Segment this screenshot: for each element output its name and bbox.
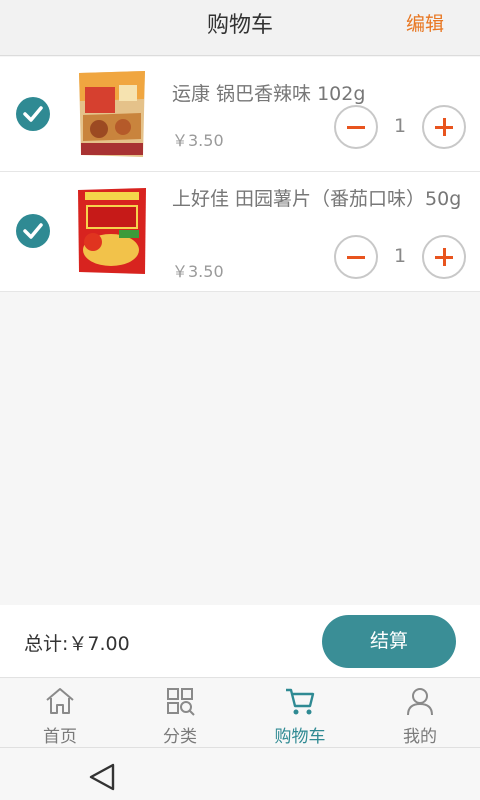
home-icon (46, 688, 74, 714)
user-icon (407, 688, 433, 716)
tab-mine[interactable]: 我的 (360, 679, 480, 747)
tab-cart[interactable]: 购物车 (240, 679, 360, 747)
cart-item: 运康 锅巴香辣味 102g ￥3.50 1 (0, 57, 480, 172)
category-icon (167, 688, 195, 716)
back-icon[interactable] (86, 762, 118, 792)
tab-label: 分类 (163, 727, 197, 747)
product-image (78, 188, 146, 274)
increase-button[interactable] (422, 105, 466, 149)
top-bar: 购物车 编辑 (0, 0, 480, 56)
system-nav-bar (0, 747, 480, 800)
check-icon (23, 223, 43, 239)
product-name: 上好佳 田园薯片（番茄口味）50g (172, 188, 462, 210)
tab-label: 首页 (43, 727, 77, 747)
edit-button[interactable]: 编辑 (406, 0, 444, 56)
minus-icon (347, 256, 365, 259)
product-name: 运康 锅巴香辣味 102g (172, 83, 366, 105)
decrease-button[interactable] (334, 235, 378, 279)
tab-label: 我的 (403, 727, 437, 747)
quantity-value: 1 (393, 245, 407, 267)
tab-label: 购物车 (274, 727, 326, 747)
tab-home[interactable]: 首页 (0, 679, 120, 747)
product-price: ￥3.50 (172, 131, 224, 150)
minus-icon (347, 126, 365, 129)
decrease-button[interactable] (334, 105, 378, 149)
bottom-tab-bar: 首页 分类 购物车 我的 (0, 679, 480, 747)
product-image (79, 71, 145, 157)
cart-list: 运康 锅巴香辣味 102g ￥3.50 1 上好佳 田园薯片（番茄口味）50g … (0, 57, 480, 292)
quantity-value: 1 (393, 115, 407, 137)
cart-item: 上好佳 田园薯片（番茄口味）50g ￥3.50 1 (0, 172, 480, 292)
select-checkbox[interactable] (16, 97, 50, 131)
product-price: ￥3.50 (172, 262, 224, 281)
select-checkbox[interactable] (16, 214, 50, 248)
checkout-bar: 总计:￥7.00 结算 (0, 605, 480, 678)
increase-button[interactable] (422, 235, 466, 279)
tab-category[interactable]: 分类 (120, 679, 240, 747)
total-price: 总计:￥7.00 (24, 633, 130, 655)
checkout-button[interactable]: 结算 (322, 615, 456, 668)
check-icon (23, 106, 43, 122)
cart-icon (286, 688, 315, 715)
